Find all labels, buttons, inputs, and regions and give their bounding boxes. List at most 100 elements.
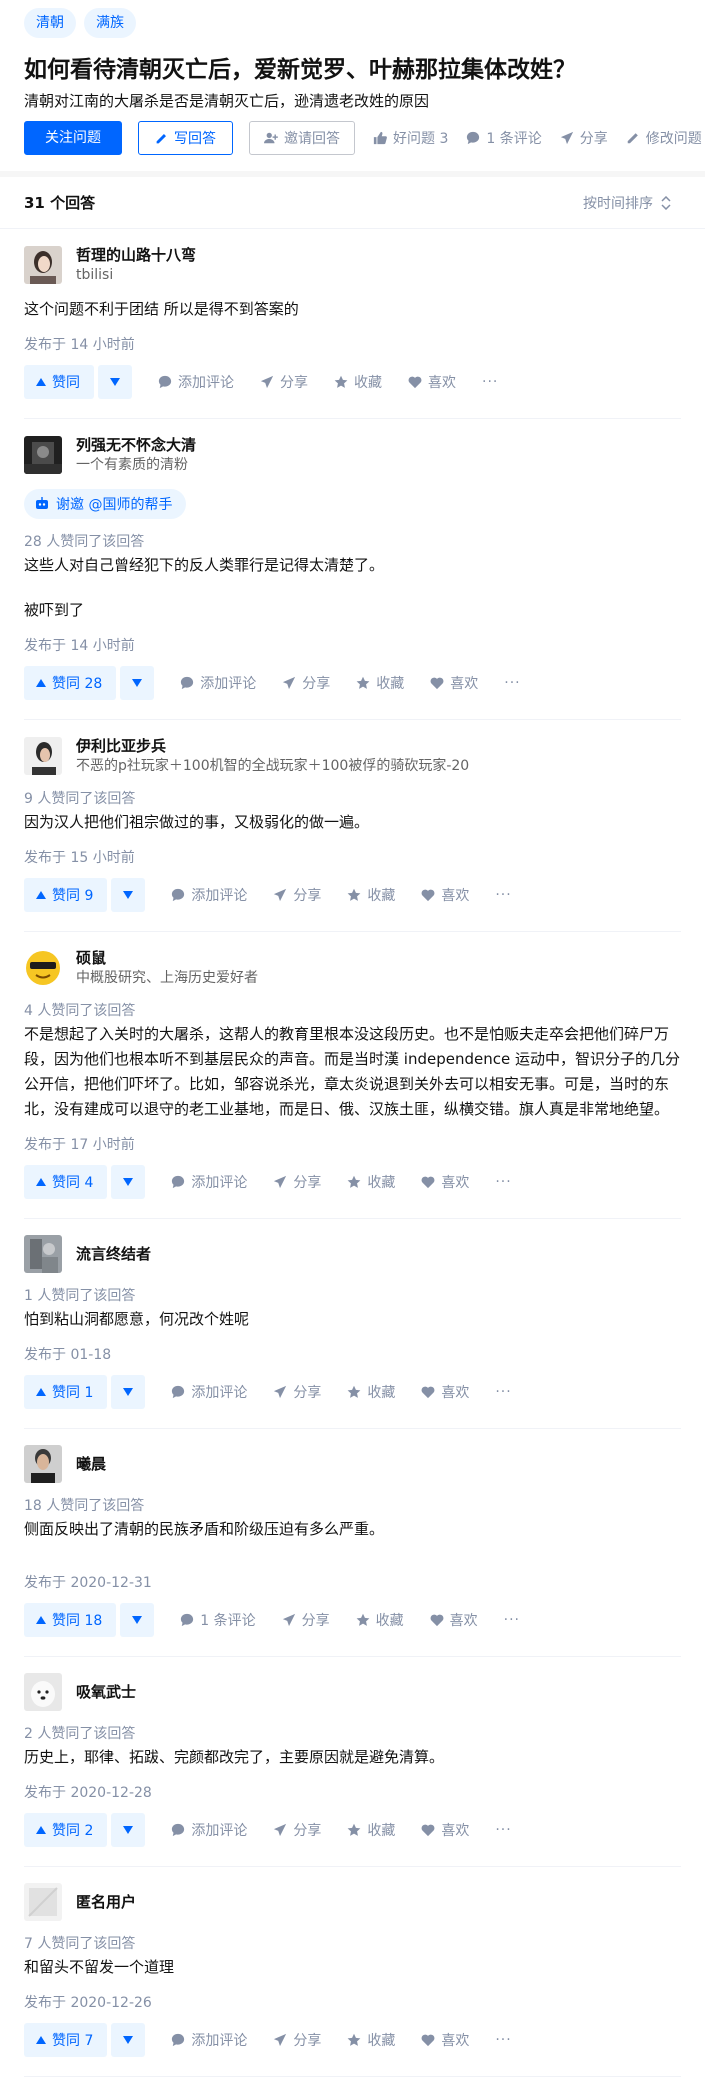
comment-icon — [172, 1385, 185, 1399]
avatar-dark[interactable] — [24, 436, 62, 474]
invite-answer-button[interactable]: 邀请回答 — [249, 121, 355, 155]
author-name[interactable]: 硕鼠 — [76, 948, 258, 968]
publish-time[interactable]: 发布于 2020-12-31 — [24, 1572, 681, 1592]
author-name[interactable]: 列强无不怀念大清 — [76, 435, 196, 455]
collect-button[interactable]: 收藏 — [347, 1172, 395, 1192]
avatar-dog[interactable] — [24, 1673, 62, 1711]
share-button[interactable]: 分享 — [282, 673, 330, 693]
comment-label: 添加评论 — [200, 676, 257, 692]
downvote-button[interactable] — [98, 365, 132, 399]
publish-time[interactable]: 发布于 01-18 — [24, 1344, 681, 1364]
more-options-button[interactable]: ··· — [495, 1384, 511, 1400]
collect-button[interactable]: 收藏 — [356, 1610, 404, 1630]
upvote-label: 赞同 28 — [52, 676, 103, 692]
publish-time[interactable]: 发布于 2020-12-26 — [24, 1992, 681, 2012]
publish-time[interactable]: 发布于 17 小时前 — [24, 1134, 681, 1154]
avatar-anon[interactable] — [24, 1883, 62, 1921]
downvote-button[interactable] — [111, 878, 146, 912]
more-options-button[interactable]: ··· — [495, 2032, 511, 2048]
like-button[interactable]: 喜欢 — [430, 673, 478, 693]
like-button[interactable]: 喜欢 — [421, 1820, 469, 1840]
collect-button[interactable]: 收藏 — [347, 1820, 395, 1840]
share-button[interactable]: 分享 — [273, 2030, 321, 2050]
share-icon — [283, 676, 296, 690]
like-button[interactable]: 喜欢 — [421, 885, 469, 905]
comment-button[interactable]: 添加评论 — [171, 1820, 247, 1840]
avatar-man[interactable] — [24, 737, 62, 775]
comment-button[interactable]: 添加评论 — [171, 2030, 247, 2050]
author-name[interactable]: 曦晨 — [76, 1454, 106, 1474]
publish-time[interactable]: 发布于 14 小时前 — [24, 334, 681, 354]
upvote-button[interactable]: 赞同 1 — [24, 1375, 108, 1409]
author-name[interactable]: 流言终结者 — [76, 1244, 151, 1264]
downvote-button[interactable] — [111, 1375, 146, 1409]
share-button[interactable]: 分享 — [282, 1610, 330, 1630]
sort-toggle[interactable]: 按时间排序 — [583, 193, 671, 213]
good-question-button[interactable]: 好问题 3 — [373, 128, 448, 148]
write-answer-button[interactable]: 写回答 — [138, 121, 233, 155]
comment-button[interactable]: 添加评论 — [180, 673, 256, 693]
share-button[interactable]: 分享 — [273, 1172, 321, 1192]
upvote-button[interactable]: 赞同 18 — [24, 1603, 117, 1637]
upvote-button[interactable]: 赞同 4 — [24, 1165, 108, 1199]
author-name[interactable]: 吸氧武士 — [76, 1682, 136, 1702]
author-name[interactable]: 伊利比亚步兵 — [76, 736, 469, 756]
avatar-grey[interactable] — [24, 1235, 62, 1273]
like-button[interactable]: 喜欢 — [430, 1610, 478, 1630]
share-button[interactable]: 分享 — [273, 1820, 321, 1840]
collect-button[interactable]: 收藏 — [347, 885, 395, 905]
edit-question-button[interactable]: 修改问题 — [626, 128, 702, 148]
more-options-button[interactable]: ··· — [504, 1612, 520, 1628]
answer-paragraph: 和留头不留发一个道理 — [24, 1958, 175, 1976]
author-name[interactable]: 哲理的山路十八弯 — [76, 245, 196, 265]
upvote-button[interactable]: 赞同 — [24, 365, 94, 399]
more-options-button[interactable]: ··· — [495, 1822, 511, 1838]
upvote-button[interactable]: 赞同 9 — [24, 878, 108, 912]
publish-time[interactable]: 发布于 14 小时前 — [24, 635, 681, 655]
topic-tag[interactable]: 清朝 — [24, 8, 76, 38]
comment-button[interactable]: 添加评论 — [171, 1382, 247, 1402]
like-button[interactable]: 喜欢 — [421, 1382, 469, 1402]
author-name[interactable]: 匿名用户 — [76, 1892, 136, 1912]
avatar-emoji[interactable] — [24, 949, 62, 987]
downvote-button[interactable] — [120, 1603, 155, 1637]
downvote-button[interactable] — [120, 666, 155, 700]
collect-button[interactable]: 收藏 — [334, 372, 382, 392]
more-options-button[interactable]: ··· — [482, 374, 498, 390]
share-button[interactable]: 分享 — [273, 1382, 321, 1402]
more-options-button[interactable]: ··· — [495, 887, 511, 903]
publish-time[interactable]: 发布于 2020-12-28 — [24, 1782, 681, 1802]
comment-button[interactable]: 1 条评论 — [180, 1610, 256, 1630]
invite-badge[interactable]: 谢邀 @国师的帮手 — [24, 489, 187, 519]
upvote-button[interactable]: 赞同 7 — [24, 2023, 108, 2057]
like-button[interactable]: 喜欢 — [421, 1172, 469, 1192]
publish-time[interactable]: 发布于 15 小时前 — [24, 847, 681, 867]
downvote-button[interactable] — [111, 2023, 146, 2057]
author-row: 硕鼠 中概股研究、上海历史爱好者 — [24, 948, 681, 988]
like-button[interactable]: 喜欢 — [421, 2030, 469, 2050]
answer-container: 哲理的山路十八弯 tbilisi 这个问题不利于团结 所以是得不到答案的 发布于… — [0, 229, 705, 2077]
collect-button[interactable]: 收藏 — [347, 1382, 395, 1402]
upvote-button[interactable]: 赞同 28 — [24, 666, 117, 700]
star-icon — [347, 1385, 361, 1398]
comment-button[interactable]: 添加评论 — [171, 1172, 247, 1192]
follow-question-button[interactable]: 关注问题 — [24, 121, 122, 155]
topic-tag[interactable]: 满族 — [84, 8, 136, 38]
comment-button[interactable]: 添加评论 — [171, 885, 247, 905]
more-options-button[interactable]: ··· — [495, 1174, 511, 1190]
upvote-button[interactable]: 赞同 2 — [24, 1813, 108, 1847]
collect-button[interactable]: 收藏 — [356, 673, 404, 693]
avatar-portrait[interactable] — [24, 1445, 62, 1483]
share-button[interactable]: 分享 — [260, 372, 308, 392]
collect-button[interactable]: 收藏 — [347, 2030, 395, 2050]
answer-item: 硕鼠 中概股研究、上海历史爱好者 4 人赞同了该回答 不是想起了入关时的大屠杀，… — [24, 932, 681, 1219]
more-options-button[interactable]: ··· — [504, 675, 520, 691]
question-comments-button[interactable]: 1 条评论 — [466, 128, 542, 148]
downvote-button[interactable] — [111, 1165, 146, 1199]
question-share-button[interactable]: 分享 — [560, 128, 608, 148]
downvote-button[interactable] — [111, 1813, 146, 1847]
share-button[interactable]: 分享 — [273, 885, 321, 905]
comment-button[interactable]: 添加评论 — [158, 372, 234, 392]
avatar-girl[interactable] — [24, 246, 62, 284]
like-button[interactable]: 喜欢 — [408, 372, 456, 392]
